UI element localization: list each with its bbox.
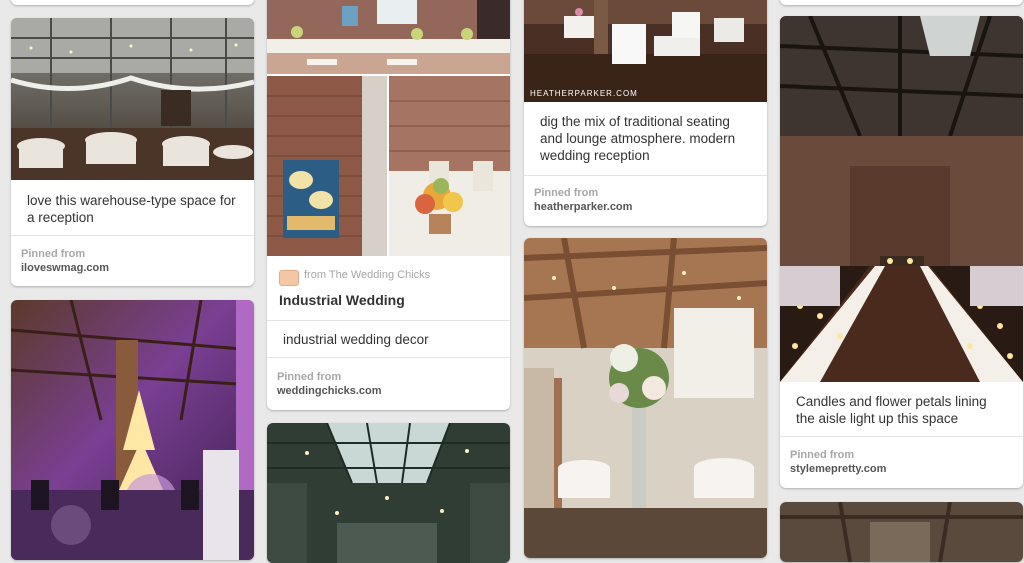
glass-roof-hall-photo[interactable] xyxy=(267,423,510,563)
pin-card-top-partial[interactable] xyxy=(780,0,1023,5)
pinned-from-label: Pinned from xyxy=(21,248,86,260)
wood-rafter-hall-photo[interactable] xyxy=(780,502,1023,562)
board-thumbnail[interactable] xyxy=(279,270,299,286)
flower-centerpiece-photo[interactable] xyxy=(389,76,510,256)
pin-column-3: HEATHERPARKER.COM dig the mix of traditi… xyxy=(524,0,767,558)
pin-source[interactable]: Pinned from weddingchicks.com xyxy=(277,370,500,398)
wood-beam-reception-photo[interactable] xyxy=(524,238,767,558)
mural-poster-photo[interactable] xyxy=(267,76,387,256)
pin-card-wood-beam[interactable] xyxy=(524,238,767,558)
source-domain-link[interactable]: stylemepretty.com xyxy=(790,462,1013,476)
pin-column-2: from The Wedding Chicks Industrial Weddi… xyxy=(267,0,510,563)
pin-card-traditional[interactable]: HEATHERPARKER.COM dig the mix of traditi… xyxy=(524,0,767,226)
pin-card-industrial[interactable]: from The Wedding Chicks Industrial Weddi… xyxy=(267,0,510,410)
board-from-label[interactable]: from The Wedding Chicks xyxy=(304,269,430,281)
candlelit-aisle-photo[interactable] xyxy=(780,16,1023,382)
pin-card-candles[interactable]: Candles and flower petals lining the ais… xyxy=(780,16,1023,488)
pinned-from-label: Pinned from xyxy=(277,371,342,383)
source-domain-link[interactable]: weddingchicks.com xyxy=(277,384,500,398)
source-domain-link[interactable]: iloveswmag.com xyxy=(21,261,244,275)
pin-description: Candles and flower petals lining the ais… xyxy=(780,382,1023,437)
pin-card-glass-roof[interactable] xyxy=(267,423,510,563)
pin-source[interactable]: Pinned from iloveswmag.com xyxy=(21,247,244,275)
brick-loft-table-photo[interactable] xyxy=(267,0,510,74)
pin-column-1: love this warehouse-type space for a rec… xyxy=(11,0,254,560)
pin-card-purple-hall[interactable] xyxy=(11,300,254,560)
pin-card-top-partial[interactable] xyxy=(11,0,254,5)
board-title[interactable]: Industrial Wedding xyxy=(279,292,405,308)
pin-card-warehouse[interactable]: love this warehouse-type space for a rec… xyxy=(11,18,254,286)
image-watermark: HEATHERPARKER.COM xyxy=(530,89,638,98)
board-attribution[interactable]: from The Wedding Chicks Industrial Weddi… xyxy=(267,256,510,321)
pin-source[interactable]: Pinned from stylemepretty.com xyxy=(790,448,1013,476)
pin-description: industrial wedding decor xyxy=(267,321,510,358)
pin-description: love this warehouse-type space for a rec… xyxy=(11,180,254,236)
pinned-from-label: Pinned from xyxy=(790,449,855,461)
pin-card-bottom-partial[interactable] xyxy=(780,502,1023,562)
pinned-from-label: Pinned from xyxy=(534,187,599,199)
pin-description: dig the mix of traditional seating and l… xyxy=(524,102,767,176)
pin-source[interactable]: Pinned from heatherparker.com xyxy=(534,186,757,214)
lounge-seating-photo[interactable]: HEATHERPARKER.COM xyxy=(524,0,767,102)
pin-column-4: Candles and flower petals lining the ais… xyxy=(780,0,1023,562)
warehouse-reception-photo[interactable] xyxy=(11,18,254,180)
source-domain-link[interactable]: heatherparker.com xyxy=(534,200,757,214)
purple-chandelier-hall-photo[interactable] xyxy=(11,300,254,560)
